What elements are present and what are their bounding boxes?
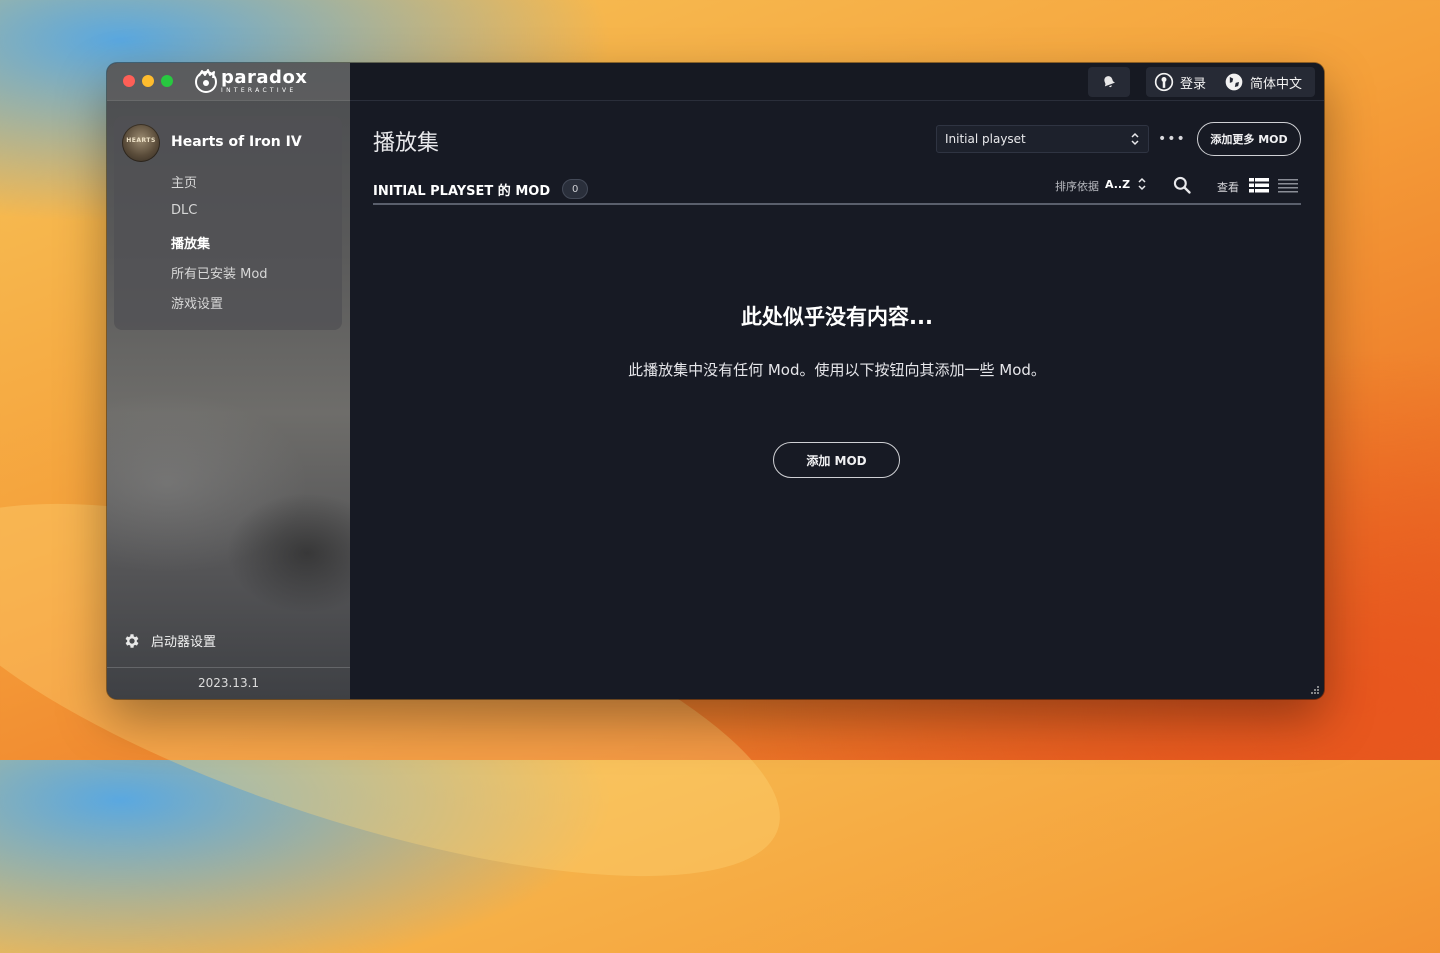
paradox-logo: paradox INTERACTIVE	[193, 68, 307, 94]
header-divider	[373, 203, 1301, 205]
mod-count-badge: 0	[562, 179, 589, 199]
game-avatar: HEARTS	[122, 124, 160, 162]
close-window-button[interactable]	[123, 75, 135, 87]
mods-header: INITIAL PLAYSET 的 MOD 0	[373, 179, 589, 199]
search-icon[interactable]	[1172, 175, 1192, 195]
account-language-group: 登录 简体中文	[1146, 67, 1315, 97]
sidebar-item-home[interactable]: 主页	[171, 172, 197, 191]
globe-icon	[1225, 73, 1243, 91]
launcher-settings-button[interactable]: 启动器设置	[123, 631, 216, 650]
sort-value[interactable]: A..Z	[1105, 178, 1130, 191]
language-button[interactable]: 简体中文	[1224, 72, 1302, 92]
sidebar-item-dlc[interactable]: DLC	[171, 203, 197, 218]
list-view-icon[interactable]	[1249, 178, 1269, 193]
empty-state-title: 此处似乎没有内容...	[741, 305, 933, 329]
sidebar-item-playsets[interactable]: 播放集	[171, 233, 210, 252]
chevron-updown-icon	[1131, 132, 1139, 146]
playset-select[interactable]: Initial playset	[936, 125, 1149, 153]
playset-selected-value: Initial playset	[945, 132, 1026, 146]
sidebar: paradox INTERACTIVE HEARTS Hearts of Iro…	[107, 63, 350, 699]
brand-subtitle: INTERACTIVE	[221, 86, 297, 94]
main-panel: 登录 简体中文 播放集 Initial playset ••• 添加更多 MOD	[350, 63, 1324, 699]
sort-chevron-icon[interactable]	[1137, 177, 1147, 191]
login-label: 登录	[1180, 76, 1207, 92]
sort-label: 排序依据	[1055, 180, 1099, 193]
minimize-window-button[interactable]	[142, 75, 154, 87]
game-title[interactable]: Hearts of Iron IV	[171, 134, 302, 150]
mods-header-label: INITIAL PLAYSET 的 MOD	[373, 183, 551, 199]
empty-state-description: 此播放集中没有任何 Mod。使用以下按钮向其添加一些 Mod。	[628, 361, 1046, 379]
login-button[interactable]: 登录	[1154, 72, 1206, 92]
page-title: 播放集	[373, 131, 440, 156]
zoom-window-button[interactable]	[161, 75, 173, 87]
more-options-button[interactable]: •••	[1158, 131, 1186, 147]
sidebar-divider	[107, 667, 350, 668]
bell-icon	[1104, 76, 1115, 88]
compact-view-icon[interactable]	[1278, 178, 1298, 193]
resize-grip-icon[interactable]	[1310, 685, 1320, 695]
sidebar-item-installed-mods[interactable]: 所有已安装 Mod	[171, 263, 268, 282]
paradox-logo-icon	[195, 69, 217, 93]
game-avatar-text: HEARTS	[126, 137, 156, 144]
version-label: 2023.13.1	[197, 676, 260, 690]
sidebar-titlebar: paradox INTERACTIVE	[107, 63, 350, 101]
add-more-mods-button[interactable]: 添加更多 MOD	[1197, 122, 1301, 156]
main-titlebar: 登录 简体中文	[350, 63, 1324, 101]
game-card: HEARTS Hearts of Iron IV 主页 DLC 播放集 所有已安…	[114, 116, 342, 330]
add-mod-button[interactable]: 添加 MOD	[773, 442, 900, 478]
account-icon	[1154, 72, 1174, 92]
gear-icon	[125, 633, 139, 648]
language-label: 简体中文	[1250, 76, 1303, 92]
launcher-window: paradox INTERACTIVE HEARTS Hearts of Iro…	[107, 63, 1324, 699]
view-label: 查看	[1217, 181, 1239, 194]
brand-name: paradox	[221, 66, 308, 88]
sidebar-item-game-settings[interactable]: 游戏设置	[171, 293, 223, 312]
notifications-button[interactable]	[1088, 67, 1130, 97]
launcher-settings-label: 启动器设置	[151, 635, 217, 650]
